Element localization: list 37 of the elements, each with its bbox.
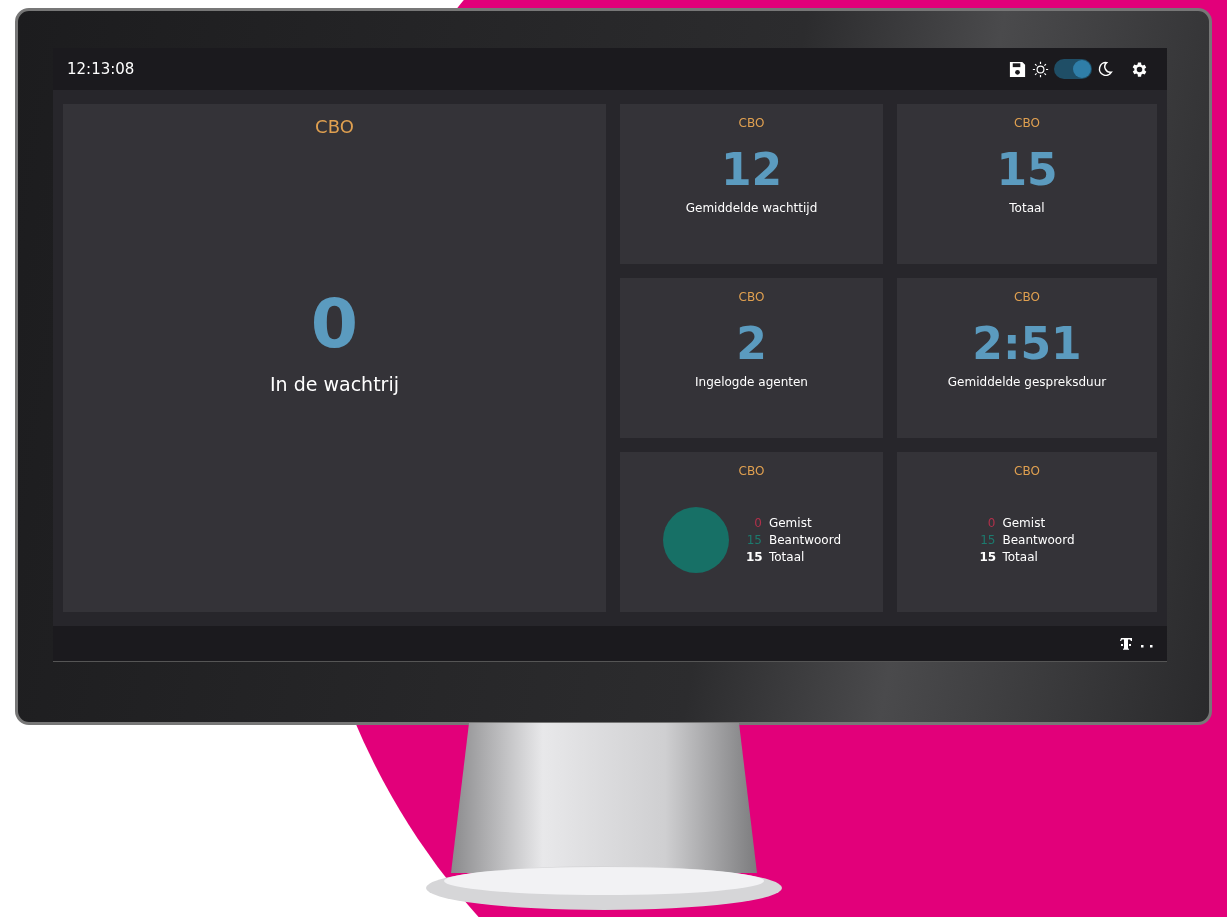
- legend-label: Totaal: [768, 550, 805, 564]
- stat-label: Ingelogde agenten: [695, 375, 808, 389]
- card-title: CBO: [738, 290, 765, 304]
- legend-label: Totaal: [1002, 550, 1038, 564]
- card-title: CBO: [738, 464, 765, 478]
- stat-value: 12: [720, 144, 783, 195]
- clock-text: 12:13:08: [67, 60, 135, 78]
- legend-label: Beantwoord: [1002, 533, 1075, 547]
- panel-title: CBO: [315, 116, 354, 137]
- count-text: 15: [745, 533, 762, 547]
- stat-value: 2:51: [972, 318, 1082, 369]
- settings-icon[interactable]: [1130, 59, 1149, 79]
- logo-icon: [1119, 636, 1155, 651]
- count-text: 15: [979, 533, 996, 547]
- stat-value: 15: [996, 144, 1058, 195]
- stat-label: Totaal: [1009, 201, 1045, 215]
- count-text: 15: [979, 550, 996, 564]
- card-title: CBO: [1014, 290, 1040, 304]
- legend-label: Gemist: [768, 516, 812, 530]
- count-text: 15: [745, 550, 762, 564]
- count-text: 0: [986, 516, 996, 530]
- legend-label: Gemist: [1002, 516, 1046, 530]
- stat-value: 2: [736, 318, 767, 369]
- stat-label: Gemiddelde gespreksduur: [947, 375, 1107, 389]
- queue-label: In de wachtrij: [270, 373, 399, 395]
- queue-count: 0: [310, 284, 359, 363]
- stat-label: Gemiddelde wachttijd: [685, 201, 818, 215]
- dark-mode-toggle[interactable]: [1054, 59, 1092, 79]
- card-title: CBO: [738, 116, 765, 130]
- card-title: CBO: [1014, 464, 1040, 478]
- card-title: CBO: [1014, 116, 1040, 130]
- count-text: 0: [753, 516, 762, 530]
- legend-label: Beantwoord: [768, 533, 842, 547]
- pie-chart-drawing: [662, 507, 729, 573]
- save-icon[interactable]: [1008, 59, 1027, 79]
- moon-icon: [1097, 61, 1113, 77]
- sun-icon: [1032, 60, 1049, 78]
